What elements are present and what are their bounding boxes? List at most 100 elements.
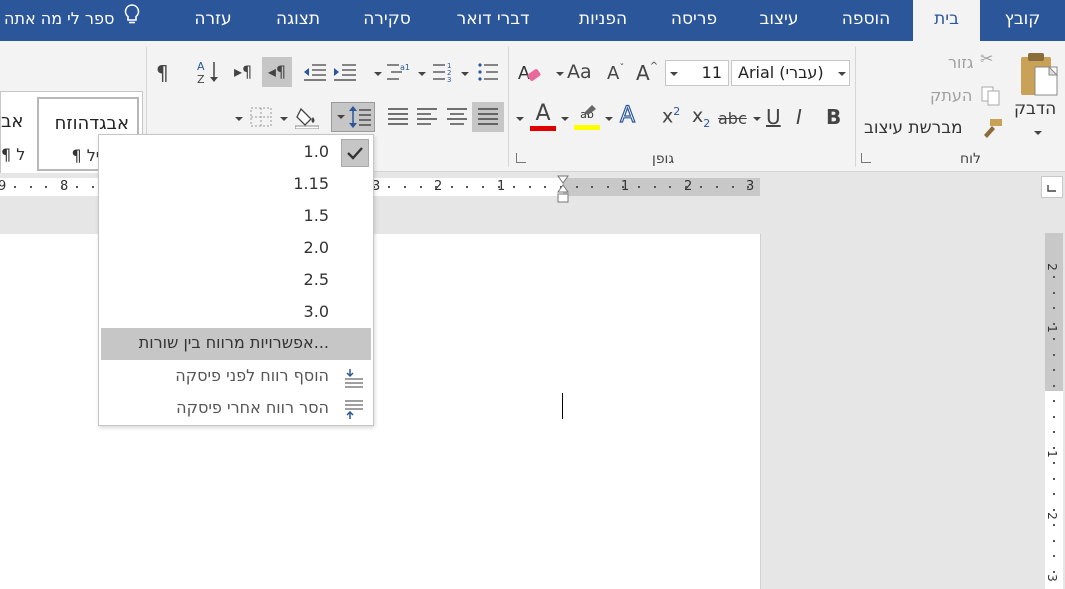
font-group-label: גופן [652,151,675,167]
vruler-tick-mark [1053,323,1055,325]
vruler-tick-mark [1053,400,1055,402]
change-case-button[interactable]: Aa [567,61,592,83]
vruler-tick-mark [1053,462,1055,464]
font-color-button[interactable]: A [530,101,556,131]
tab-home[interactable]: בית [913,0,980,42]
sort-icon[interactable]: AZ [196,59,220,89]
text-effects-button[interactable]: A [619,102,635,128]
indent-marker-icon[interactable] [557,175,569,209]
highlight-button[interactable]: ab [574,103,600,130]
font-color-swatch [530,126,556,131]
remove-space-after-label: הסר רווח אחרי פיסקה [176,398,329,417]
line-spacing-option[interactable]: 1.15 [99,169,373,201]
ltr-paragraph-icon[interactable]: ▸¶ [234,62,252,81]
italic-button[interactable]: I [796,105,802,129]
tab-mailings[interactable]: דברי דואר [440,0,546,41]
line-spacing-option[interactable]: 1.0 [99,137,373,169]
remove-space-after-item[interactable]: הסר רווח אחרי פיסקה [99,393,373,425]
line-spacing-options-item[interactable]: אפשרויות מרווח בין שורות... [101,328,371,360]
tab-references[interactable]: הפניות [562,0,644,41]
caret-up-icon: ^ [649,61,659,72]
bold-button[interactable]: B [826,105,841,129]
tab-insert[interactable]: הוספה [826,0,906,41]
vruler-tick-mark [1053,509,1055,511]
tab-help[interactable]: עזרה [180,0,246,41]
vruler-tick-mark [1053,431,1055,433]
ruler-tick-mark [654,186,656,188]
font-name-combo[interactable]: Arial (עברי) [731,60,850,86]
numbering-dropdown-arrow[interactable] [461,72,469,76]
bullets-dropdown-arrow[interactable] [418,72,426,76]
copy-label[interactable]: העתק [930,86,972,105]
tell-me-text: ספר לי מה אתה [4,9,115,28]
pilcrow-show-marks-icon[interactable]: ¶ [156,61,169,85]
subscript-button[interactable]: x2 [692,105,710,130]
list-dropdown-arrow[interactable] [374,72,382,76]
ruler-tick-label: 9 [0,179,7,194]
add-space-before-item[interactable]: הוסף רווח לפני פיסקה [99,361,373,393]
text-effects-dropdown-arrow[interactable] [605,117,613,121]
align-left-icon[interactable] [415,106,439,132]
clear-formatting-icon[interactable]: A [516,61,542,89]
tab-design[interactable]: עיצוב [744,0,814,41]
numbering-icon[interactable]: 123 [432,61,458,87]
ruler-tick-mark [669,186,671,188]
tab-layout[interactable]: פריסה [656,0,732,41]
font-color-dropdown-arrow[interactable] [516,117,524,121]
tab-view[interactable]: תצוגה [262,0,334,41]
font-size-dropdown-arrow[interactable] [670,72,678,76]
align-center-icon[interactable] [445,106,469,132]
vruler-tick-mark [1053,447,1055,449]
change-case-dropdown-arrow[interactable] [556,72,564,76]
underline-button[interactable]: U [766,105,781,129]
increase-indent-icon[interactable] [332,61,358,87]
line-spacing-option[interactable]: 1.5 [99,201,373,233]
font-launcher-icon[interactable] [516,153,526,163]
ruler-tick-mark [513,186,515,188]
style-next-preview[interactable]: אב [1,111,23,132]
tab-file[interactable]: קובץ [980,0,1065,41]
format-painter-label[interactable]: מברשת עיצוב [864,118,963,138]
align-right-button[interactable] [472,102,504,132]
group-separator [508,47,509,167]
svg-text:3: 3 [447,76,451,83]
font-size-value: 11 [701,63,722,82]
shrink-font-button[interactable]: Aˇ [607,63,624,84]
ruler-tick-mark [388,186,390,188]
justify-icon[interactable] [386,106,410,132]
shading-dropdown-arrow[interactable] [280,117,288,121]
highlight-dropdown-arrow[interactable] [561,117,569,121]
clipboard-launcher-icon[interactable] [861,153,871,163]
bullets-icon[interactable]: a1 [386,61,412,87]
borders-dropdown-arrow[interactable] [235,117,243,121]
paste-button[interactable] [1016,51,1062,101]
decrease-indent-icon[interactable] [302,61,328,87]
group-separator [855,47,856,167]
strikethrough-button[interactable]: abc [718,109,747,128]
grow-font-button[interactable]: A^ [636,61,658,85]
underline-dropdown-arrow[interactable] [753,117,761,121]
line-spacing-option[interactable]: 2.5 [99,265,373,297]
svg-text:A: A [197,60,205,73]
paste-dropdown-arrow[interactable] [1034,131,1042,135]
borders-icon[interactable] [250,107,272,131]
rtl-direction-button[interactable]: ◂¶ [262,57,292,87]
line-spacing-value: 3.0 [303,302,329,321]
vruler-tick-mark [1053,540,1055,542]
line-spacing-option[interactable]: 2.0 [99,233,373,265]
multilevel-list-icon[interactable] [474,61,500,87]
cut-label[interactable]: גזור [948,53,974,72]
line-spacing-option[interactable]: 3.0 [99,297,373,329]
line-spacing-button[interactable] [331,102,375,132]
tab-review[interactable]: סקירה [349,0,425,41]
font-name-dropdown-arrow[interactable] [838,72,846,76]
ruler-tick-mark [92,186,94,188]
ruler-tick-mark [76,186,78,188]
rtl-paragraph-icon: ◂¶ [267,62,287,81]
style-normal-preview: אבגדהוזח [54,113,129,134]
lightbulb-icon [123,1,141,39]
tell-me-box[interactable]: ספר לי מה אתה [4,0,141,41]
shading-bucket-icon[interactable] [294,105,320,133]
superscript-button[interactable]: x2 [662,105,680,127]
ruler-toggle-icon[interactable] [1041,176,1063,198]
